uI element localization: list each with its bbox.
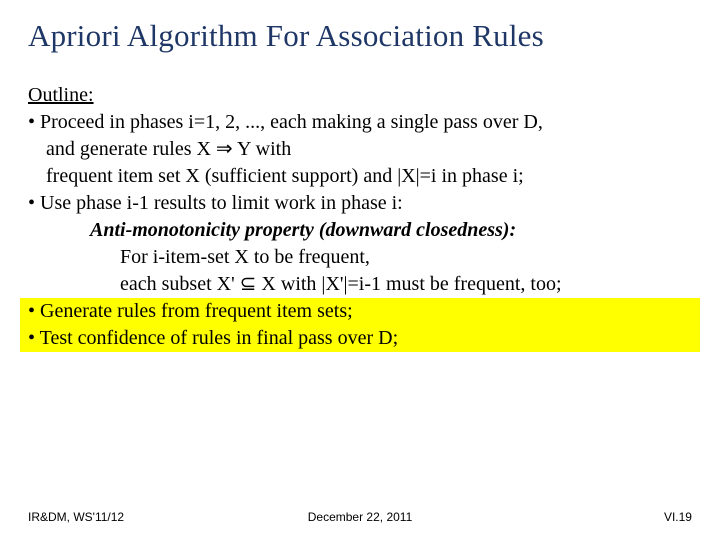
- anti-monotonicity-line-1: For i-item-set X to be frequent,: [28, 244, 692, 271]
- bullet-1-line-2: and generate rules X ⇒ Y with: [28, 136, 692, 163]
- slide-container: Apriori Algorithm For Association Rules …: [0, 0, 720, 540]
- slide-content: Outline: • Proceed in phases i=1, 2, ...…: [28, 82, 692, 352]
- page-title: Apriori Algorithm For Association Rules: [28, 18, 692, 54]
- footer-center: December 22, 2011: [249, 510, 470, 524]
- outline-label: Outline:: [28, 82, 692, 109]
- anti-monotonicity-heading: Anti-monotonicity property (downward clo…: [28, 217, 692, 244]
- footer-left: IR&DM, WS'11/12: [28, 510, 249, 524]
- bullet-2-line-1: • Use phase i-1 results to limit work in…: [28, 190, 692, 217]
- bullet-4: • Test confidence of rules in final pass…: [28, 325, 692, 352]
- highlight-block: • Generate rules from frequent item sets…: [20, 298, 700, 352]
- footer: IR&DM, WS'11/12 December 22, 2011 VI.19: [0, 510, 720, 524]
- bullet-1-line-3: frequent item set X (sufficient support)…: [28, 163, 692, 190]
- bullet-1-line-1: • Proceed in phases i=1, 2, ..., each ma…: [28, 109, 692, 136]
- footer-right: VI.19: [471, 510, 692, 524]
- anti-monotonicity-line-2: each subset X' ⊆ X with |X'|=i-1 must be…: [28, 271, 692, 298]
- bullet-3: • Generate rules from frequent item sets…: [28, 298, 692, 325]
